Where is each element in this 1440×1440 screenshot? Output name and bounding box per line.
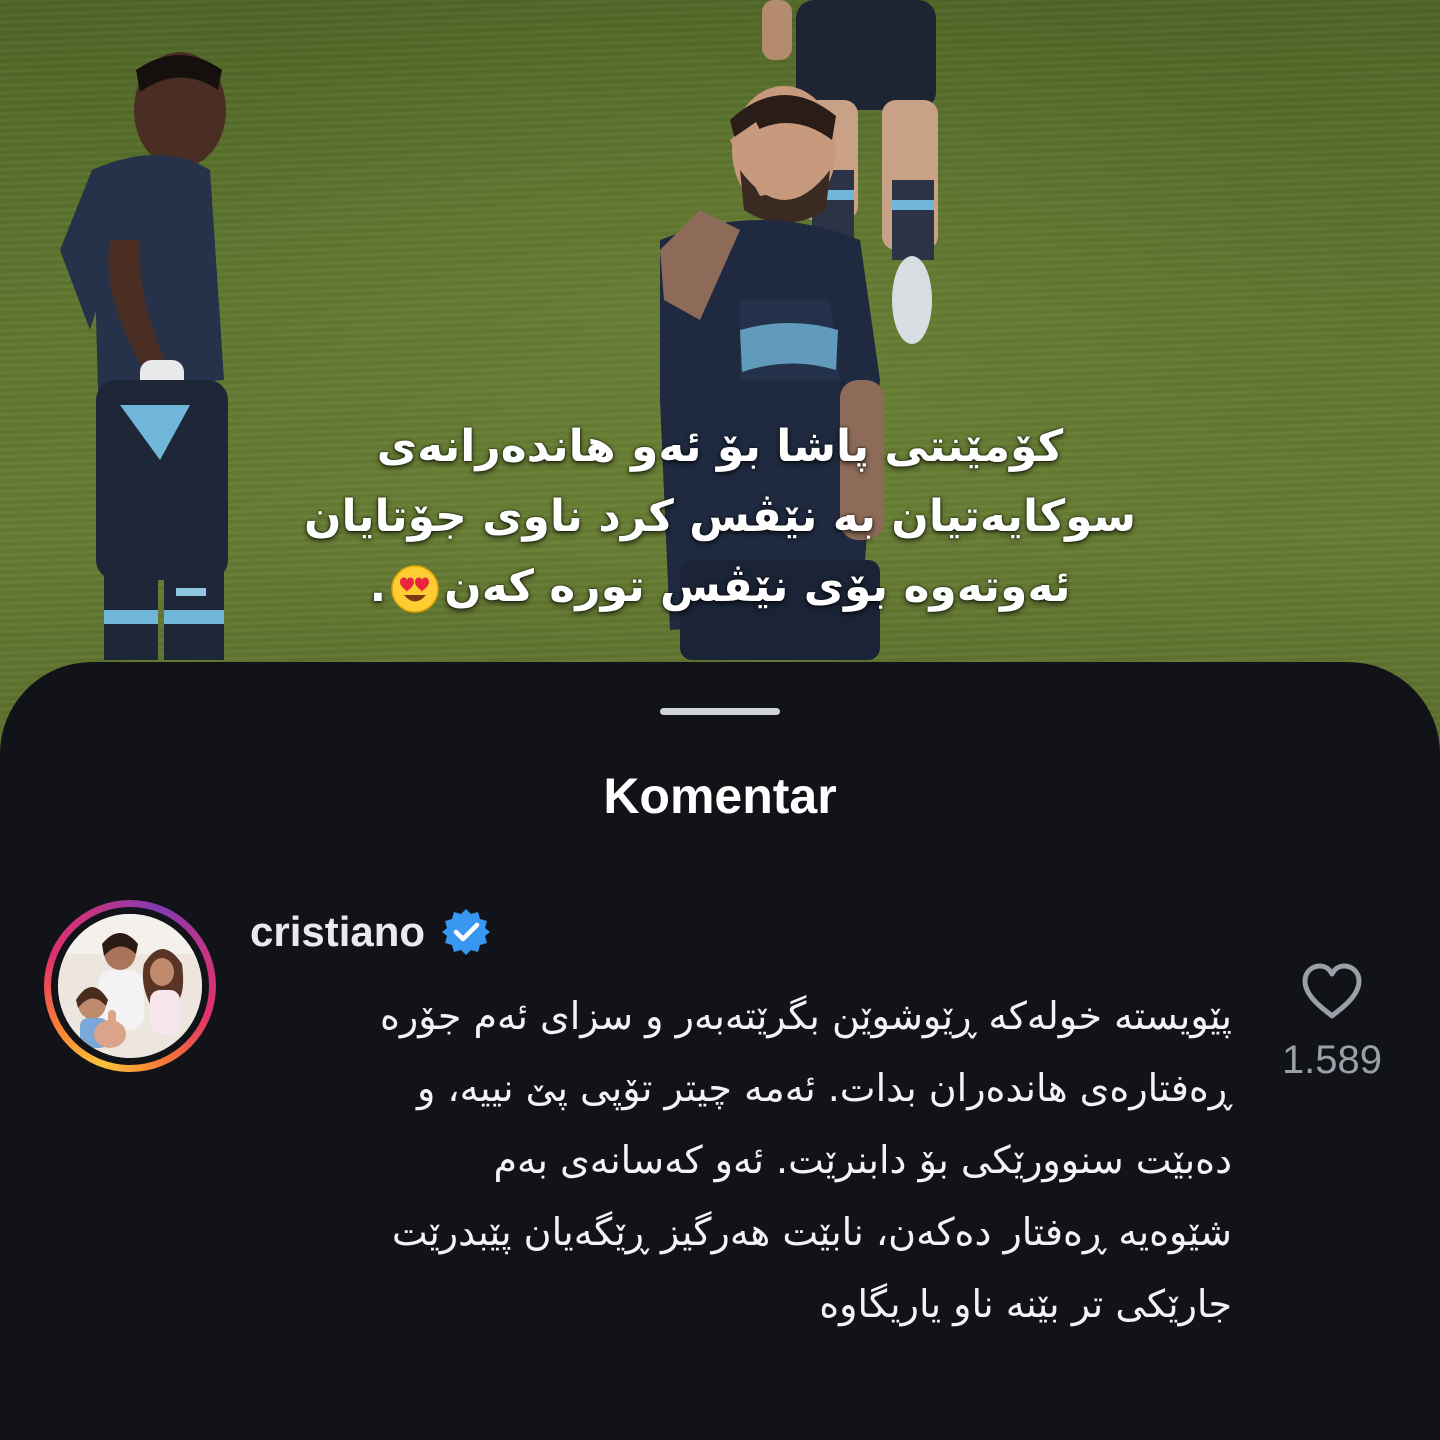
comment-username[interactable]: cristiano [250,904,425,960]
avatar[interactable] [58,914,202,1058]
comment-line-3: دەبێت سنوورێکی بۆ دابنرێت. ئەو کەسانەی ب… [493,1138,1232,1182]
avatar-photo [58,914,202,1058]
comments-sheet: Komentar cristiano پێویستە خولەکە ڕێوشوێ… [0,662,1440,1440]
comment-text: پێویستە خولەکە ڕێوشوێن بگرێتەبەر و سزای … [238,980,1232,1340]
sheet-drag-handle[interactable] [660,708,780,715]
post-caption: کۆمێنتی پاشا بۆ ئەو هاندەرانەی سوکایەتیا… [160,412,1280,622]
verified-badge-icon [442,909,491,955]
like-control[interactable]: 1.589 [1262,962,1402,1084]
caption-line-3: ئەوتەوە بۆی نێڤس تورە کەن . [160,552,1280,622]
sheet-title: Komentar [603,768,837,824]
caption-line-3-text: ئەوتەوە بۆی نێڤس تورە کەن [444,561,1071,612]
caption-line-2: سوکایەتیان بە نێڤس کرد ناوی جۆتایان [303,491,1137,542]
caption-line-3-period: . [369,561,387,612]
comment-line-1: پێویستە خولەکە ڕێوشوێن بگرێتەبەر و سزای … [379,994,1232,1038]
comment-line-2: ڕەفتارەی هاندەران بدات. ئەمە چیتر تۆپی پ… [416,1066,1232,1110]
comment-line-5: جارێکی تر بێنە ناو یاریگاوە [819,1282,1232,1326]
post-screenshot: کۆمێنتی پاشا بۆ ئەو هاندەرانەی سوکایەتیا… [0,0,1440,1440]
players-illustration [60,0,938,660]
comment-line-4: شێوەیە ڕەفتار دەکەن، نابێت هەرگیز ڕێگەیا… [391,1210,1232,1254]
caption-line-1: کۆمێنتی پاشا بۆ ئەو هاندەرانەی [376,421,1064,472]
heart-icon[interactable] [1300,962,1364,1020]
story-ring-avatar[interactable] [44,900,216,1072]
comment-header: cristiano [250,904,491,960]
like-count: 1.589 [1281,1038,1383,1082]
match-photo: کۆمێنتی پاشا بۆ ئەو هاندەرانەی سوکایەتیا… [0,0,1440,760]
heart-eyes-emoji-icon [391,565,439,613]
